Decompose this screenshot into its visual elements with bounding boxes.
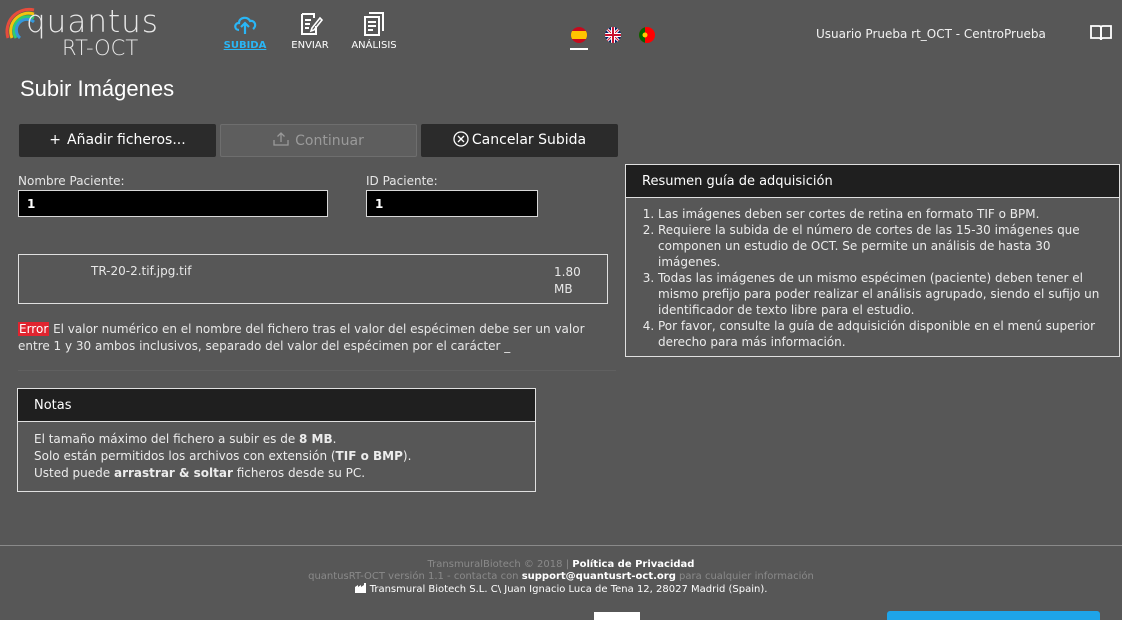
file-error-message: Error El valor numérico en el nombre del… (18, 321, 616, 355)
nav-upload-label: SUBIDA (223, 40, 267, 51)
notes-text: . (332, 432, 337, 446)
notes-text: ). (402, 449, 412, 463)
user-name[interactable]: Usuario Prueba rt_OCT - CentroPrueba (816, 27, 1046, 41)
error-tag: Error (18, 322, 50, 336)
notes-panel: Notas El tamaño máximo del fichero a sub… (17, 388, 536, 492)
partial-blue-button[interactable] (887, 611, 1100, 620)
notes-emphasis: arrastrar & soltar (113, 466, 233, 480)
acquisition-guide-list: Las imágenes deben ser cortes de retina … (626, 198, 1119, 350)
upload-icon (273, 132, 289, 146)
continue-button[interactable]: Continuar (220, 124, 417, 157)
divider (18, 370, 616, 371)
file-size-value: 1.80 (554, 265, 581, 279)
file-name: TR-20-2.tif.jpg.tif (91, 264, 192, 278)
flag-portugal-icon[interactable] (639, 27, 655, 43)
report-document-icon (364, 12, 384, 36)
patient-id-input[interactable] (366, 190, 538, 217)
company-address: Transmural Biotech S.L. C\ Juan Ignacio … (369, 584, 768, 595)
continue-label: Continuar (295, 133, 364, 149)
cloud-upload-icon (234, 16, 257, 34)
notes-text: Usted puede (34, 466, 114, 480)
error-text: El valor numérico en el nombre del fiche… (18, 322, 585, 353)
circle-x-icon (453, 131, 469, 147)
nav-analysis[interactable]: ANÁLISIS (347, 10, 401, 62)
notes-emphasis: 8 MB (299, 432, 333, 446)
logo-product: RT-OCT (62, 36, 139, 60)
footer-text: para cualquier información (675, 571, 814, 582)
acquisition-guide-title: Resumen guía de adquisición (626, 165, 1119, 198)
active-language-indicator (570, 48, 588, 50)
file-size-unit: MB (554, 282, 573, 296)
flag-uk-icon[interactable] (605, 27, 621, 43)
footer-address-line: Transmural Biotech S.L. C\ Juan Ignacio … (0, 583, 1122, 596)
list-item: Las imágenes deben ser cortes de retina … (658, 206, 1103, 222)
page-title: Subir Imágenes (20, 76, 175, 101)
privacy-policy-link[interactable]: Política de Privacidad (572, 559, 694, 570)
add-files-button[interactable]: + Añadir ficheros... (19, 124, 216, 157)
footer-copyright-line: TransmuralBiotech © 2018 | Política de P… (0, 559, 1122, 571)
add-files-label: Añadir ficheros... (67, 132, 186, 148)
factory-icon (354, 583, 366, 593)
flag-spain-icon[interactable] (571, 27, 587, 43)
file-list-item[interactable]: TR-20-2.tif.jpg.tif 1.80 MB (18, 254, 608, 304)
list-item: Requiere la subida de el número de corte… (658, 222, 1103, 270)
patient-id-label: ID Paciente: (366, 174, 438, 188)
support-email-link[interactable]: support@quantusrt-oct.org (522, 571, 676, 582)
nav-analysis-label: ANÁLISIS (351, 40, 397, 51)
notes-emphasis: TIF o BMP (335, 449, 403, 463)
nav-send[interactable]: ENVIAR (285, 10, 335, 62)
logo-wordmark: quantus (26, 4, 159, 40)
list-item: Por favor, consulte la guía de adquisici… (658, 318, 1103, 350)
list-item: Todas las imágenes de un mismo espécimen… (658, 270, 1103, 318)
footer: TransmuralBiotech © 2018 | Política de P… (0, 559, 1122, 596)
plus-icon: + (49, 132, 62, 148)
notes-title: Notas (18, 389, 535, 422)
file-size: 1.80 MB (554, 264, 604, 298)
notes-line: El tamaño máximo del fichero a subir es … (34, 431, 519, 448)
footer-text: TransmuralBiotech © 2018 | (427, 559, 573, 570)
partial-badge-image (594, 612, 640, 620)
cancel-upload-button[interactable]: Cancelar Subida (421, 124, 618, 157)
footer-contact-line: quantusRT-OCT versión 1.1 - contacta con… (0, 571, 1122, 583)
notes-body: El tamaño máximo del fichero a subir es … (18, 422, 535, 491)
notes-text: El tamaño máximo del fichero a subir es … (34, 432, 300, 446)
patient-name-label: Nombre Paciente: (18, 174, 125, 188)
notes-text: ficheros desde su PC. (232, 466, 366, 480)
nav-send-label: ENVIAR (291, 40, 329, 51)
nav-upload[interactable]: SUBIDA (220, 10, 270, 62)
notes-line: Usted puede arrastrar & soltar ficheros … (34, 465, 519, 482)
notes-text: Solo están permitidos los archivos con e… (34, 449, 336, 463)
quantus-logo[interactable]: quantus RT-OCT (4, 4, 158, 62)
edit-document-icon (301, 13, 324, 35)
top-navbar: quantus RT-OCT SUBIDA ENVIAR ANÁLISIS Us… (0, 0, 1122, 68)
footer-divider (0, 545, 1122, 546)
cancel-upload-label: Cancelar Subida (471, 132, 587, 148)
notes-line: Solo están permitidos los archivos con e… (34, 448, 519, 465)
footer-text: quantusRT-OCT versión 1.1 - contacta con (308, 571, 522, 582)
patient-name-input[interactable] (18, 190, 328, 217)
open-book-icon[interactable] (1090, 24, 1112, 46)
acquisition-guide-panel: Resumen guía de adquisición Las imágenes… (625, 164, 1120, 357)
